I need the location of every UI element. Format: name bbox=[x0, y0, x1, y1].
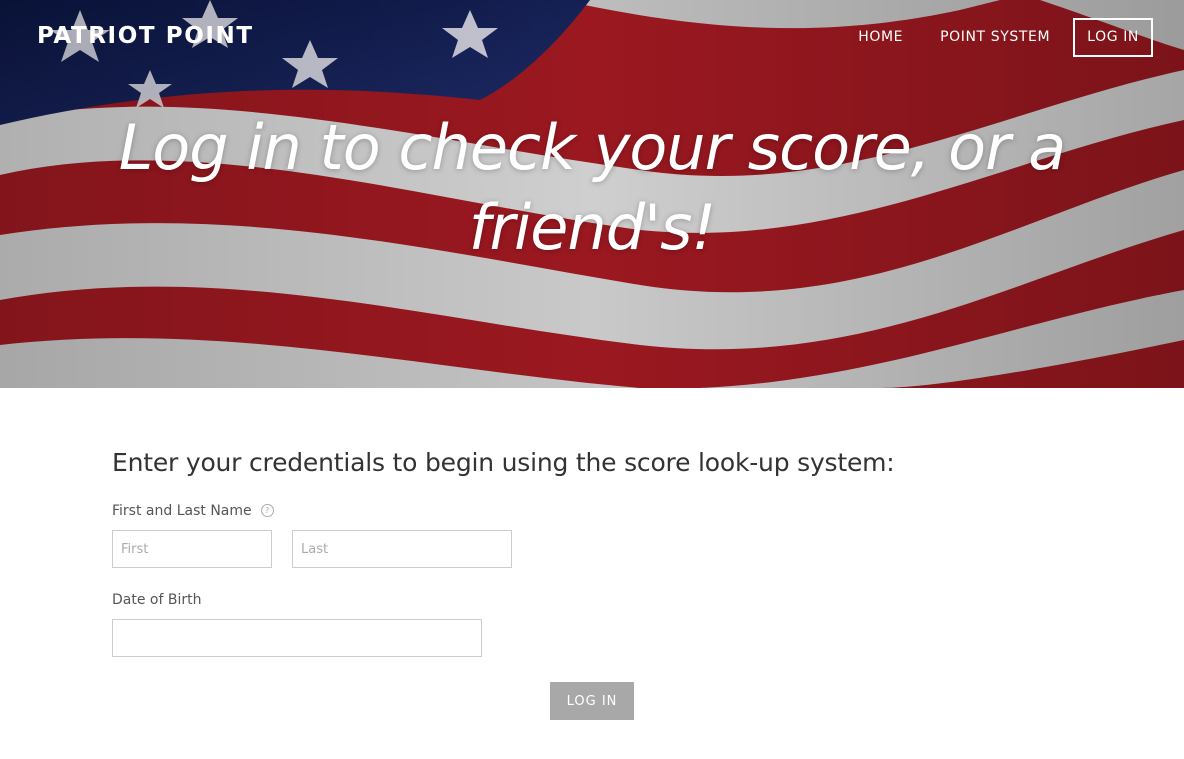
hero-title-line-1: Log in to check your score, or a bbox=[118, 111, 1067, 184]
nav-point-system-link[interactable]: POINT SYSTEM bbox=[940, 18, 1050, 57]
help-icon[interactable]: ? bbox=[260, 503, 274, 517]
hero-banner: PATRIOT POINT HOME POINT SYSTEM LOG IN L… bbox=[0, 0, 1184, 388]
hero-title-line-2: friend's! bbox=[468, 191, 717, 264]
nav-login-button[interactable]: LOG IN bbox=[1073, 18, 1153, 57]
first-name-input[interactable] bbox=[112, 530, 272, 568]
nav-home-link[interactable]: HOME bbox=[858, 18, 903, 57]
form-heading: Enter your credentials to begin using th… bbox=[112, 448, 895, 477]
top-navigation: HOME POINT SYSTEM LOG IN bbox=[821, 18, 1153, 57]
brand-logo-text[interactable]: PATRIOT POINT bbox=[37, 23, 254, 49]
name-label: First and Last Name bbox=[112, 503, 252, 519]
last-name-input[interactable] bbox=[292, 530, 512, 568]
hero-title: Log in to check your score, or a friend'… bbox=[0, 108, 1184, 268]
date-of-birth-input[interactable] bbox=[112, 619, 482, 657]
login-submit-button[interactable]: LOG IN bbox=[550, 682, 634, 720]
name-label-row: First and Last Name? bbox=[112, 503, 274, 519]
dob-label: Date of Birth bbox=[112, 592, 202, 608]
